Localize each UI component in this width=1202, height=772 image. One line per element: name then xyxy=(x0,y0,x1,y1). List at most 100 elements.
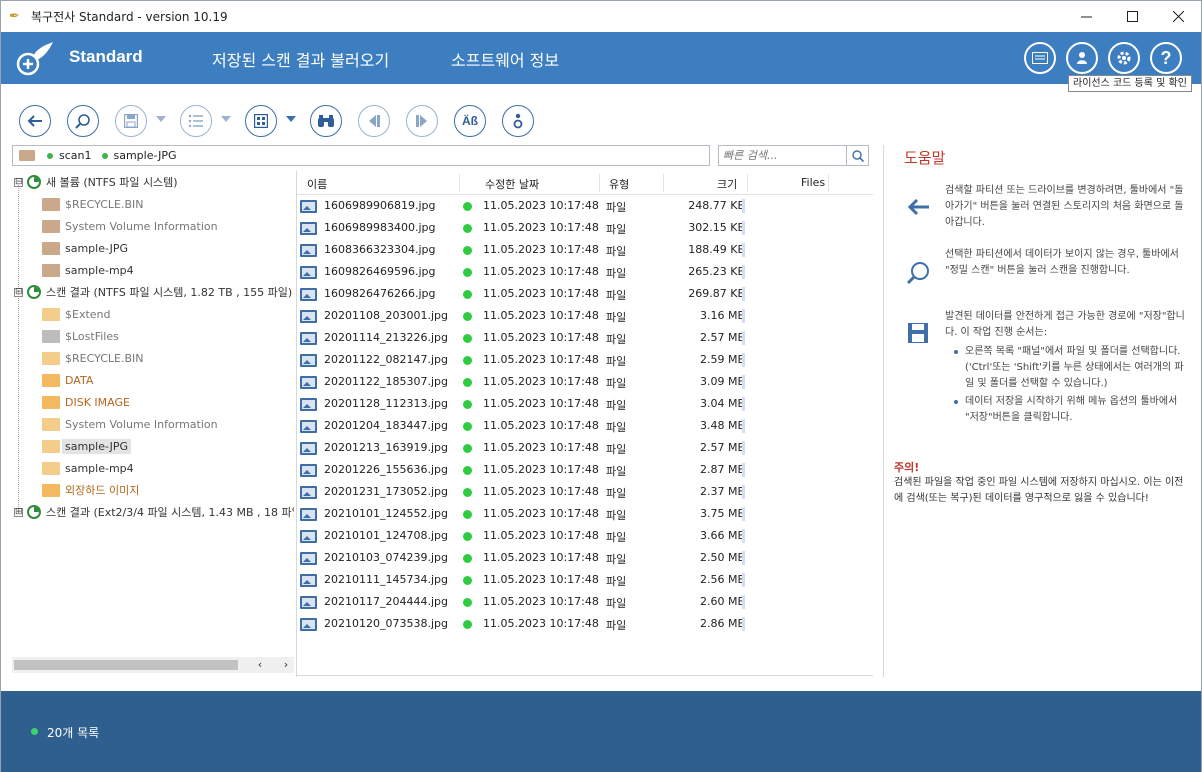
prev-button[interactable] xyxy=(358,105,390,137)
nav-software-info[interactable]: 소프트웨어 정보 xyxy=(451,47,559,71)
charset-button[interactable]: Äß xyxy=(454,105,486,137)
view-list-icon xyxy=(188,114,203,128)
tree-item[interactable]: sample-mp4 xyxy=(42,259,134,281)
file-row[interactable]: 1606989983400.jpg 11.05.2023 10:17:48 파일 30… xyxy=(297,217,873,239)
column-type[interactable]: 유형 xyxy=(609,176,629,192)
tree-item[interactable]: System Volume Information xyxy=(42,413,218,435)
question-icon: ? xyxy=(1160,47,1172,68)
file-row[interactable]: 20201122_185307.jpg 11.05.2023 10:17:48 파일… xyxy=(297,371,873,393)
breadcrumb-item-sample-jpg[interactable]: sample-JPG xyxy=(101,149,176,162)
size-bar xyxy=(742,243,745,257)
charset-icon: Äß xyxy=(462,114,478,128)
warning-title: 주의! xyxy=(894,461,920,474)
tree-item[interactable]: $RECYCLE.BIN xyxy=(42,347,143,369)
file-type: 파일 xyxy=(606,465,627,478)
tree-item[interactable]: DISK IMAGE xyxy=(42,391,130,413)
save-dropdown-arrow[interactable] xyxy=(156,116,166,122)
tree-horizontal-scrollbar[interactable]: ‹ › xyxy=(12,657,294,673)
file-row[interactable]: 20201122_082147.jpg 11.05.2023 10:17:48 파일… xyxy=(297,349,873,371)
maximize-button[interactable] xyxy=(1109,1,1155,32)
file-row[interactable]: 20201108_203001.jpg 11.05.2023 10:17:48 파일… xyxy=(297,305,873,327)
breadcrumb: scan1 sample-JPG xyxy=(12,145,710,166)
file-row[interactable]: 1606989906819.jpg 11.05.2023 10:17:48 파일 24… xyxy=(297,195,873,217)
nav-load-scan[interactable]: 저장된 스캔 결과 불러오기 xyxy=(212,47,389,71)
status-ok-icon xyxy=(463,598,472,607)
file-row[interactable]: 20210101_124708.jpg 11.05.2023 10:17:48 파일… xyxy=(297,525,873,547)
view-thumbnail-dropdown-arrow[interactable] xyxy=(286,116,296,122)
deep-scan-button[interactable] xyxy=(67,105,99,137)
info-button[interactable] xyxy=(502,105,534,137)
license-button[interactable] xyxy=(1066,42,1098,74)
settings-button[interactable] xyxy=(1108,42,1140,74)
column-size[interactable]: 크기 xyxy=(717,176,737,192)
file-row[interactable]: 20201204_183447.jpg 11.05.2023 10:17:48 파일… xyxy=(297,415,873,437)
file-row[interactable]: 20201231_173052.jpg 11.05.2023 10:17:48 파일… xyxy=(297,481,873,503)
file-size: 302.15 KB xyxy=(688,221,745,234)
status-ok-icon xyxy=(463,202,472,211)
breadcrumb-item-scan1[interactable]: scan1 xyxy=(47,149,92,162)
file-date: 11.05.2023 10:17:48 xyxy=(483,243,599,256)
file-row[interactable]: 1609826469596.jpg 11.05.2023 10:17:48 파일 26… xyxy=(297,261,873,283)
next-button[interactable] xyxy=(406,105,438,137)
status-ok-icon xyxy=(463,510,472,519)
tree-item[interactable]: $LostFiles xyxy=(42,325,119,347)
news-button[interactable] xyxy=(1024,42,1056,74)
scrollbar-thumb[interactable] xyxy=(14,660,238,670)
help-item-back: 검색할 파티션 또는 드라이브를 변경하려면, 툴바에서 "돌아가기" 버튼을 … xyxy=(945,185,1184,228)
file-row[interactable]: 20210117_204444.jpg 11.05.2023 10:17:48 파일… xyxy=(297,591,873,613)
tree-item[interactable]: sample-JPG xyxy=(42,435,131,457)
tree-item[interactable]: ⊟ 새 볼륨 (NTFS 파일 시스템) xyxy=(14,171,178,193)
search-input[interactable] xyxy=(723,148,843,163)
file-row[interactable]: 20210120_073538.jpg 11.05.2023 10:17:48 파일… xyxy=(297,613,873,635)
status-ok-icon xyxy=(463,422,472,431)
file-row[interactable]: 20210103_074239.jpg 11.05.2023 10:17:48 파일… xyxy=(297,547,873,569)
tree-item[interactable]: $Extend xyxy=(42,303,111,325)
file-name: 20201114_213226.jpg xyxy=(324,331,448,344)
scroll-left-arrow-icon[interactable]: ‹ xyxy=(252,657,268,673)
file-row[interactable]: 20210101_124552.jpg 11.05.2023 10:17:48 파일… xyxy=(297,503,873,525)
file-row[interactable]: 20210111_145734.jpg 11.05.2023 10:17:48 파일… xyxy=(297,569,873,591)
view-list-button[interactable] xyxy=(180,105,212,137)
tree-item[interactable]: sample-JPG xyxy=(42,237,128,259)
file-date: 11.05.2023 10:17:48 xyxy=(483,441,599,454)
file-list-header: 이름 수정한 날짜 유형 크기 Files xyxy=(297,171,873,195)
file-row[interactable]: 20201128_112313.jpg 11.05.2023 10:17:48 파일… xyxy=(297,393,873,415)
back-button[interactable] xyxy=(19,105,51,137)
tree-item[interactable]: 외장하드 이미지 xyxy=(42,479,139,501)
file-row[interactable]: 20201213_163919.jpg 11.05.2023 10:17:48 파일… xyxy=(297,437,873,459)
next-icon xyxy=(416,115,427,127)
help-button[interactable]: ? xyxy=(1150,42,1182,74)
tree-item[interactable]: DATA xyxy=(42,369,93,391)
folder-icon xyxy=(42,219,60,233)
tree-item[interactable]: ⊟ 스캔 결과 (NTFS 파일 시스템, 1.82 TB , 155 파일) xyxy=(14,281,292,303)
file-row[interactable]: 20201114_213226.jpg 11.05.2023 10:17:48 파일… xyxy=(297,327,873,349)
column-name[interactable]: 이름 xyxy=(307,176,327,192)
file-size: 3.04 MB xyxy=(699,397,745,410)
search-button[interactable] xyxy=(846,146,868,165)
view-list-dropdown-arrow[interactable] xyxy=(221,116,231,122)
tree-item[interactable]: ⊞ 스캔 결과 (Ext2/3/4 파일 시스템, 1.43 MB , 18 파일… xyxy=(14,501,294,523)
folder-icon xyxy=(42,263,60,277)
file-row[interactable]: 20201226_155636.jpg 11.05.2023 10:17:48 파일… xyxy=(297,459,873,481)
file-date: 11.05.2023 10:17:48 xyxy=(483,331,599,344)
status-ok-icon xyxy=(463,334,472,343)
expand-toggle-icon[interactable]: ⊟ xyxy=(14,177,23,187)
scroll-right-arrow-icon[interactable]: › xyxy=(278,657,294,673)
view-thumbnail-button[interactable] xyxy=(245,105,277,137)
column-modified[interactable]: 수정한 날짜 xyxy=(485,176,539,192)
find-button[interactable] xyxy=(310,105,342,137)
size-bar xyxy=(742,331,745,345)
expand-toggle-icon[interactable]: ⊟ xyxy=(14,287,23,297)
tree-item[interactable]: $RECYCLE.BIN xyxy=(42,193,143,215)
expand-toggle-icon[interactable]: ⊞ xyxy=(14,507,23,517)
status-ok-icon xyxy=(463,466,472,475)
tree-item[interactable]: sample-mp4 xyxy=(42,457,134,479)
save-button[interactable] xyxy=(115,105,147,137)
image-file-icon xyxy=(300,398,317,411)
column-files[interactable]: Files xyxy=(801,176,825,189)
file-row[interactable]: 1609826476266.jpg 11.05.2023 10:17:48 파일 26… xyxy=(297,283,873,305)
file-row[interactable]: 1608366323304.jpg 11.05.2023 10:17:48 파일 18… xyxy=(297,239,873,261)
minimize-button[interactable] xyxy=(1063,1,1109,32)
close-button[interactable] xyxy=(1155,1,1201,32)
tree-item[interactable]: System Volume Information xyxy=(42,215,218,237)
